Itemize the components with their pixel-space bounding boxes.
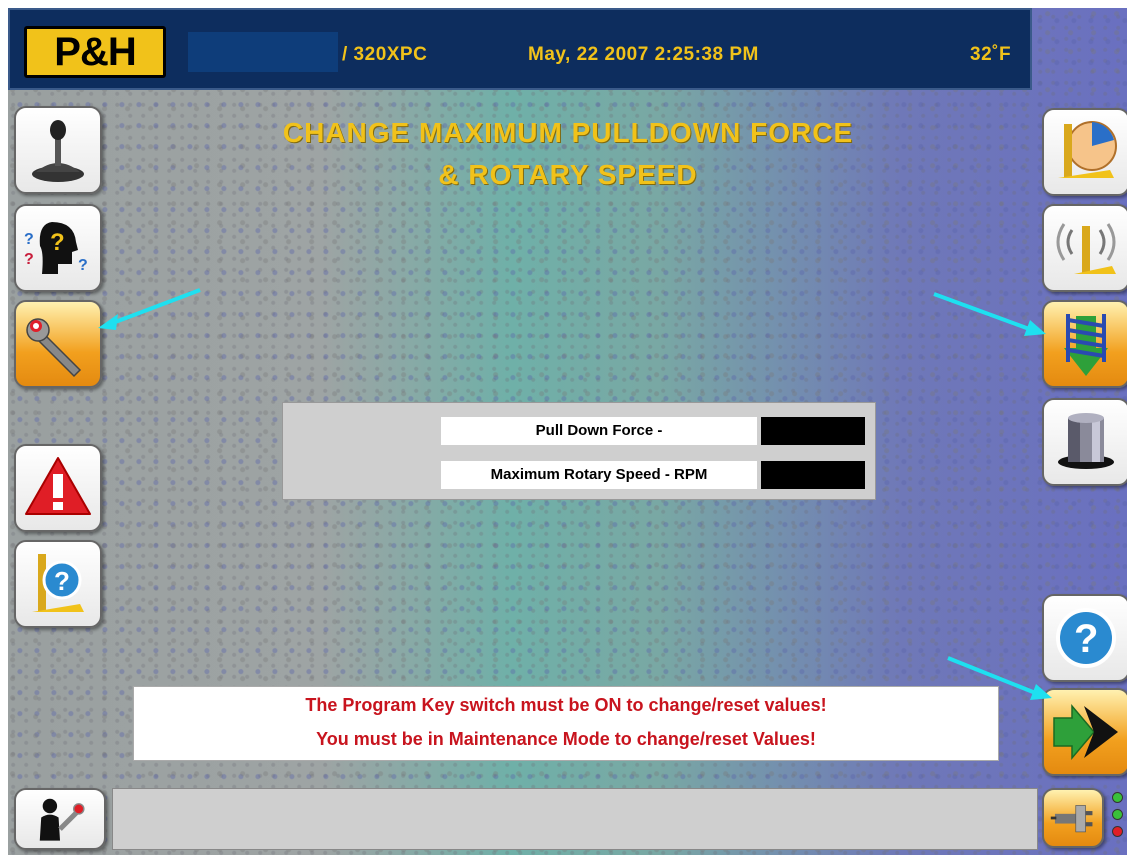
svg-text:?: ? [54,566,70,596]
header-bar: P&H / 320XPC May, 22 2007 2:25:38 PM 32˚… [8,8,1032,90]
mast-signal-icon [1056,223,1116,274]
led-green-2 [1112,809,1123,820]
status-leds [1112,792,1126,848]
model-label: / 320XPC [342,44,428,65]
exit-button[interactable] [1042,788,1104,848]
pulldown-force-button[interactable] [1042,300,1127,388]
help-diagnostics-button[interactable]: ? ? ? ? [14,204,102,292]
max-rotary-speed-label: Maximum Rotary Speed - RPM [441,461,757,489]
svg-text:?: ? [24,231,34,248]
pointer-arrow-next [947,656,1052,700]
next-arrow-icon [1053,703,1118,761]
mast-clock-icon [1058,121,1117,178]
mast-vibration-button[interactable] [1042,204,1127,292]
mast-help-icon: ? [32,554,84,612]
operator-maintenance-button[interactable] [14,788,106,850]
exit-plug-icon [1050,805,1093,833]
warning-message-box: The Program Key switch must be ON to cha… [133,686,999,761]
pointer-arrow-pulldown [933,292,1046,336]
screen: P&H / 320XPC May, 22 2007 2:25:38 PM 32˚… [8,8,1127,855]
warning-icon [25,457,91,515]
page-title-line1: CHANGE MAXIMUM PULLDOWN FORCE [282,117,854,148]
settings-panel: Pull Down Force - Maximum Rotary Speed -… [282,402,876,500]
mast-help-button[interactable]: ? [14,540,102,628]
program-key-message: The Program Key switch must be ON to cha… [305,695,827,715]
status-bar [112,788,1038,850]
max-rotary-speed-value[interactable] [761,461,865,489]
led-green-1 [1112,792,1123,803]
wrench-icon [26,318,82,378]
pulldown-spring-icon [1064,314,1108,376]
rotary-speed-button[interactable] [1042,398,1127,486]
rotary-drum-icon [1058,413,1114,469]
maintenance-mode-message: You must be in Maintenance Mode to chang… [316,729,816,749]
page-title-line2: & ROTARY SPEED [438,159,698,190]
mast-timer-button[interactable] [1042,108,1127,196]
help-icon: ? [1056,608,1116,668]
page-title: CHANGE MAXIMUM PULLDOWN FORCE & ROTARY S… [238,112,898,196]
pointer-arrow-wrench [98,288,201,330]
joystick-button[interactable] [14,106,102,194]
pull-down-force-label: Pull Down Force - [441,417,757,445]
temperature-label: 32˚F [970,44,1012,65]
pull-down-force-value[interactable] [761,417,865,445]
svg-text:?: ? [50,229,65,256]
help-head-icon: ? ? ? ? [24,222,88,274]
svg-text:?: ? [1074,617,1098,661]
datetime-label: May, 22 2007 2:25:38 PM [528,44,759,65]
svg-text:?: ? [78,257,88,274]
svg-text:?: ? [24,251,34,268]
alarm-button[interactable] [14,444,102,532]
operator-wrench-icon [39,798,85,841]
ph-logo: P&H [24,26,166,78]
led-red [1112,826,1123,837]
joystick-icon [32,120,84,182]
machine-id-field [188,32,338,72]
maintenance-wrench-button[interactable] [14,300,102,388]
